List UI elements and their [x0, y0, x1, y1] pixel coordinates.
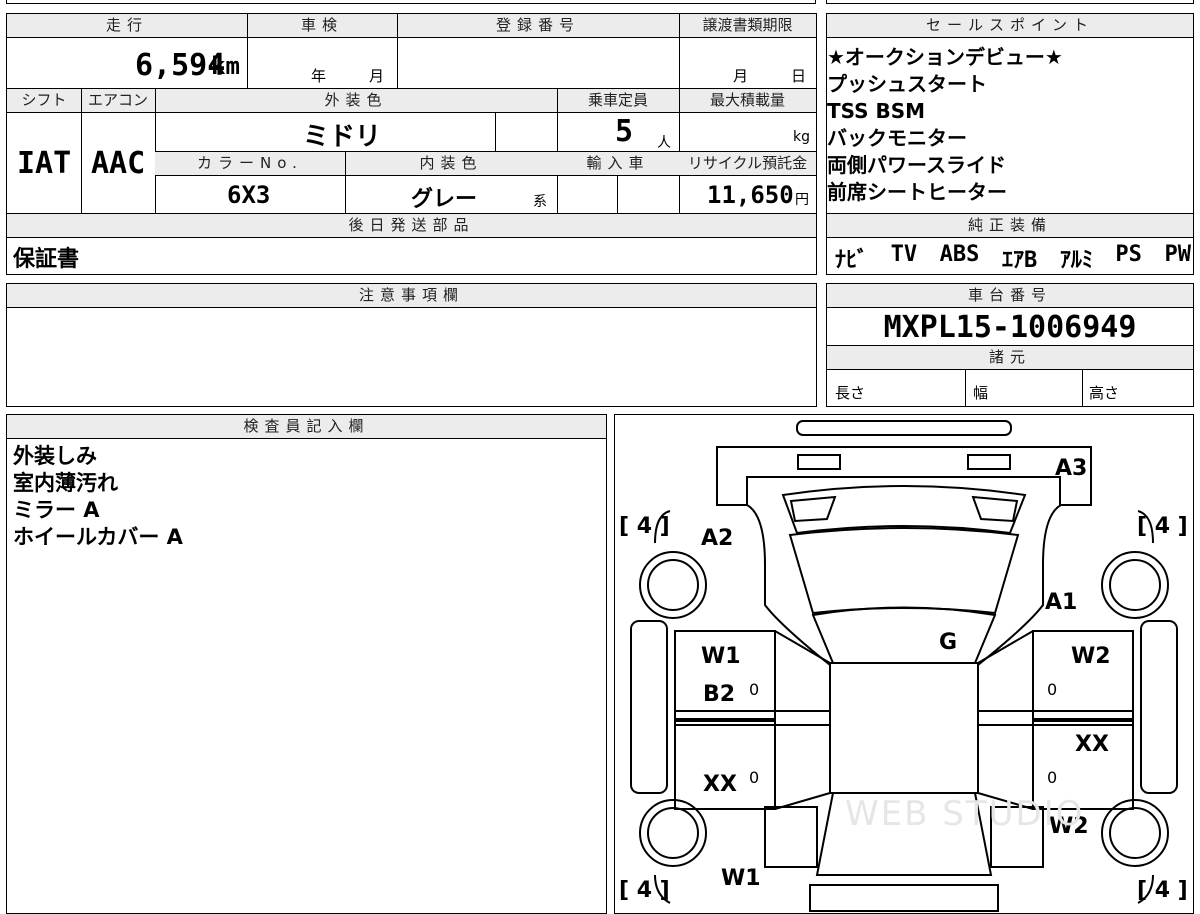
interior-color-value: グレー	[411, 187, 478, 212]
recycle-header: リサイクル預託金	[679, 152, 816, 176]
standard-equipment-list: ﾅﾋﾞ TV ABS ｴｱB ｱﾙﾐ PS PW	[835, 242, 1191, 274]
tire-rating-rear-left: [ 4 ]	[619, 878, 670, 903]
mark-a1: A1	[1045, 590, 1077, 615]
mileage-header: 走行	[7, 14, 247, 38]
mark-a2: A2	[701, 526, 733, 551]
car-diagram: [ 4 ] [ 4 ] [ 4 ] [ 4 ] A3 A2 A1 G W1 W2…	[619, 420, 1188, 912]
tire-rating-front-right: [ 4 ]	[1137, 514, 1188, 539]
zero-left-upper: 0	[749, 680, 759, 699]
sales-points-header: セールスポイント	[827, 14, 1193, 38]
width-label: 幅	[973, 384, 989, 402]
inspector-note: 外装しみ	[13, 444, 97, 468]
aircon-value: AAC	[91, 146, 146, 181]
sales-point: 前席シートヒーター	[827, 180, 1007, 204]
specs-header: 諸元	[827, 346, 1193, 370]
capacity-header: 乗車定員	[557, 89, 679, 113]
top-strip-right	[826, 0, 1194, 4]
equipment-item: ｴｱB	[1002, 248, 1038, 273]
height-label: 高さ	[1089, 384, 1120, 402]
sales-point: TSS BSM	[827, 99, 926, 123]
mark-a3: A3	[1055, 456, 1087, 481]
notes-box: 注意事項欄	[6, 283, 817, 407]
watermark: WEB STUDIO	[845, 794, 1084, 834]
car-diagram-box: [ 4 ] [ 4 ] [ 4 ] [ 4 ] A3 A2 A1 G W1 W2…	[614, 414, 1194, 914]
top-strip	[6, 0, 816, 4]
transfer-day-unit: 日	[791, 67, 807, 85]
zero-right-upper: 0	[1047, 680, 1057, 699]
equipment-item: PW	[1164, 242, 1192, 267]
shift-value: IAT	[17, 146, 72, 181]
exterior-color-header: 外装色	[155, 89, 557, 113]
later-parts-value: 保証書	[13, 247, 80, 272]
transfer-month-unit: 月	[733, 67, 749, 85]
sales-points-list: ★オークションデビュー★ プッシュスタート TSS BSM バックモニター 両側…	[827, 44, 1193, 206]
sales-point: バックモニター	[827, 126, 967, 150]
inspector-notes-list: 外装しみ 室内薄汚れ ミラー A ホイールカバー A	[13, 443, 183, 551]
sales-point: プッシュスタート	[827, 72, 987, 96]
mark-b2: B2	[703, 682, 735, 707]
chassis-number-header: 車台番号	[827, 284, 1193, 308]
mark-xx-right: XX	[1075, 732, 1109, 757]
exterior-color-value: ミドリ	[303, 122, 382, 152]
equipment-item: ABS	[939, 242, 980, 267]
mileage-unit: km	[211, 52, 240, 80]
length-label: 長さ	[835, 384, 866, 402]
interior-color-suffix: 系	[533, 194, 547, 210]
chassis-number-value: MXPL15-1006949	[883, 310, 1137, 345]
max-load-header: 最大積載量	[679, 89, 816, 113]
registration-header: 登録番号	[397, 14, 679, 38]
mark-w1-rear: W1	[721, 866, 761, 891]
inspector-box: 検査員記入欄 外装しみ 室内薄汚れ ミラー A ホイールカバー A	[6, 414, 607, 914]
recycle-value: 11,650	[707, 181, 794, 209]
zero-left-lower: 0	[749, 768, 759, 787]
shift-header: シフト	[7, 89, 81, 113]
tire-rating-rear-right: [ 4 ]	[1137, 878, 1188, 903]
standard-equipment-header: 純正装備	[827, 214, 1193, 238]
later-parts-header: 後日発送部品	[7, 214, 816, 238]
transfer-deadline-header: 譲渡書類期限	[679, 14, 816, 38]
color-no-header: カラーNo.	[155, 152, 345, 176]
color-no-value: 6X3	[227, 181, 271, 209]
inspector-note: ミラー A	[13, 498, 100, 522]
shaken-header: 車検	[247, 14, 397, 38]
shaken-month-unit: 月	[369, 67, 385, 85]
vehicle-info-box: 走行 車検 登録番号 譲渡書類期限 6,594 km 年 月 月 日 シフト エ…	[6, 13, 817, 275]
interior-color-header: 内装色	[345, 152, 557, 176]
sales-point: 両側パワースライド	[827, 153, 1006, 177]
inspector-header: 検査員記入欄	[7, 415, 606, 439]
max-load-unit: kg	[793, 129, 810, 145]
recycle-unit: 円	[795, 192, 809, 208]
equipment-item: ｱﾙﾐ	[1059, 248, 1093, 273]
shaken-year-unit: 年	[311, 67, 327, 85]
equipment-item: ﾅﾋﾞ	[835, 248, 869, 273]
mark-xx-left: XX	[703, 772, 737, 797]
equipment-item: PS	[1115, 242, 1142, 267]
notes-header: 注意事項欄	[7, 284, 816, 308]
sales-points-box: セールスポイント ★オークションデビュー★ プッシュスタート TSS BSM バ…	[826, 13, 1194, 275]
chassis-box: 車台番号 MXPL15-1006949 諸元 長さ 幅 高さ	[826, 283, 1194, 407]
inspector-note: ホイールカバー A	[13, 525, 183, 549]
inspector-note: 室内薄汚れ	[13, 471, 118, 495]
aircon-header: エアコン	[81, 89, 155, 113]
mark-w1-left: W1	[701, 644, 741, 669]
zero-right-lower: 0	[1047, 768, 1057, 787]
tire-rating-front-left: [ 4 ]	[619, 514, 670, 539]
capacity-unit: 人	[657, 135, 671, 151]
sales-point: ★オークションデビュー★	[827, 45, 1063, 69]
mark-w2-right: W2	[1071, 644, 1111, 669]
import-header: 輸入車	[557, 152, 679, 176]
equipment-item: TV	[890, 242, 918, 267]
capacity-value: 5	[615, 114, 634, 149]
mark-g: G	[939, 630, 957, 655]
